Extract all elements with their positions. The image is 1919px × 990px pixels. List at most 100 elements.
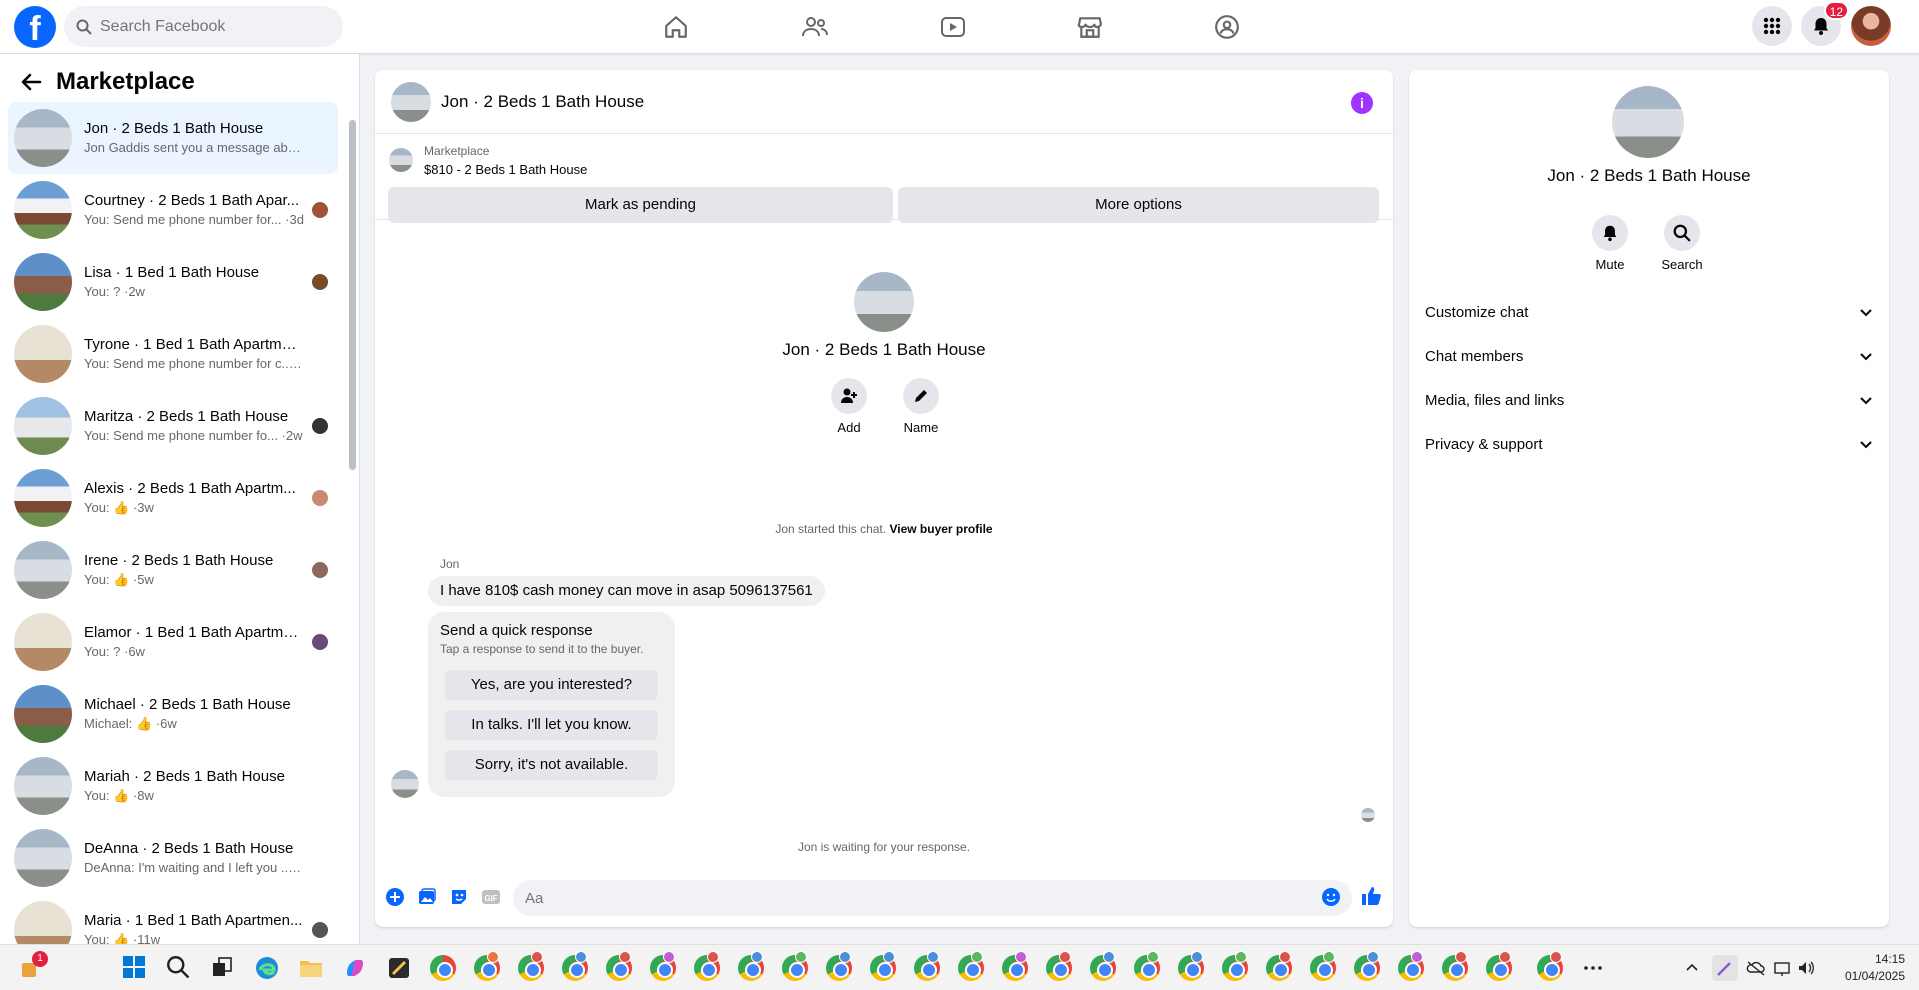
sidebar-scrollbar-thumb[interactable] bbox=[349, 120, 356, 470]
plus-icon[interactable] bbox=[385, 887, 405, 907]
chrome-icon[interactable] bbox=[826, 951, 852, 981]
menu-grid-button[interactable] bbox=[1752, 6, 1792, 46]
conversation-item[interactable]: Lisa · 1 Bed 1 Bath House You: ? ·2w bbox=[8, 246, 338, 318]
copilot-icon[interactable] bbox=[342, 955, 368, 981]
friends-nav-icon[interactable] bbox=[786, 8, 844, 46]
start-icon[interactable] bbox=[122, 955, 148, 981]
search-icon bbox=[76, 19, 92, 35]
marketplace-nav-icon[interactable] bbox=[1061, 8, 1119, 46]
conversation-item[interactable]: DeAnna · 2 Beds 1 Bath House DeAnna: I'm … bbox=[8, 822, 338, 894]
system-clock[interactable]: 14:15 01/04/2025 bbox=[1845, 951, 1905, 985]
search-action[interactable]: Search bbox=[1652, 215, 1712, 272]
chrome-icon[interactable] bbox=[694, 951, 720, 981]
chrome-icon[interactable] bbox=[430, 955, 456, 981]
chrome-icon[interactable] bbox=[914, 951, 940, 981]
facebook-logo[interactable]: f bbox=[14, 6, 56, 48]
add-people-action[interactable]: Add bbox=[819, 378, 879, 435]
chrome-icon[interactable] bbox=[1266, 951, 1292, 981]
chrome-icon[interactable] bbox=[474, 951, 500, 981]
chrome-icon[interactable] bbox=[958, 951, 984, 981]
listing-thumbnail bbox=[14, 109, 72, 167]
chrome-icon[interactable] bbox=[1002, 951, 1028, 981]
conversation-item[interactable]: Mariah · 2 Beds 1 Bath House You: 👍 ·8w bbox=[8, 750, 338, 822]
sticker-icon[interactable] bbox=[449, 887, 469, 907]
chat-header[interactable]: Jon · 2 Beds 1 Bath House bbox=[375, 70, 1393, 134]
volume-icon[interactable] bbox=[1796, 955, 1816, 981]
search-icon[interactable] bbox=[166, 955, 192, 981]
conversation-item[interactable]: Alexis · 2 Beds 1 Bath Apartm... You: 👍 ·… bbox=[8, 462, 338, 534]
network-icon[interactable] bbox=[1772, 955, 1792, 981]
message-bubble[interactable]: I have 810$ cash money can move in asap … bbox=[428, 576, 825, 606]
pen-tray-icon[interactable] bbox=[1712, 955, 1738, 981]
conversation-item[interactable]: Maritza · 2 Beds 1 Bath House You: Send m… bbox=[8, 390, 338, 462]
more-options-button[interactable]: More options bbox=[898, 187, 1379, 223]
info-icon[interactable]: i bbox=[1351, 92, 1373, 114]
chrome-icon[interactable] bbox=[782, 951, 808, 981]
back-arrow-icon[interactable] bbox=[20, 72, 42, 92]
widgets-badge: 1 bbox=[32, 951, 48, 967]
section-media-files-links[interactable]: Media, files and links bbox=[1425, 382, 1873, 418]
conversation-item[interactable]: Tyrone · 1 Bed 1 Bath Apartment... You: S… bbox=[8, 318, 338, 390]
chrome-icon[interactable] bbox=[1442, 951, 1468, 981]
chrome-icon[interactable] bbox=[562, 951, 588, 981]
chrome-icon[interactable] bbox=[1178, 951, 1204, 981]
notes-app-icon[interactable] bbox=[386, 955, 412, 981]
mark-pending-button[interactable]: Mark as pending bbox=[388, 187, 893, 223]
chrome-icon[interactable] bbox=[1222, 951, 1248, 981]
notifications-button[interactable]: 12 bbox=[1801, 1, 1849, 46]
sidebar-title: Marketplace bbox=[56, 68, 195, 95]
cloud-off-icon[interactable] bbox=[1746, 955, 1766, 981]
home-nav-icon[interactable] bbox=[647, 8, 705, 46]
file-explorer-icon[interactable] bbox=[298, 955, 324, 981]
gif-icon[interactable]: GIF bbox=[481, 887, 501, 907]
conversation-item[interactable]: Michael · 2 Beds 1 Bath House Michael: 👍 … bbox=[8, 678, 338, 750]
video-nav-icon[interactable] bbox=[924, 8, 982, 46]
quick-response-button[interactable]: In talks. I'll let you know. bbox=[445, 710, 658, 740]
conversation-item[interactable]: Jon · 2 Beds 1 Bath House Jon Gaddis sent… bbox=[8, 102, 338, 174]
tray-chevron-up-icon[interactable] bbox=[1682, 955, 1702, 981]
conversation-item[interactable]: Courtney · 2 Beds 1 Bath Apar... You: Sen… bbox=[8, 174, 338, 246]
chrome-icon[interactable] bbox=[1134, 951, 1160, 981]
chrome-icon[interactable] bbox=[650, 951, 676, 981]
search-box[interactable] bbox=[64, 6, 343, 47]
chrome-icon[interactable] bbox=[1310, 951, 1336, 981]
more-apps-icon[interactable] bbox=[1580, 955, 1606, 981]
rename-action[interactable]: Name bbox=[891, 378, 951, 435]
chrome-icon[interactable] bbox=[1537, 951, 1563, 981]
photo-icon[interactable] bbox=[417, 887, 437, 907]
like-icon[interactable] bbox=[1360, 885, 1382, 907]
section-chat-members[interactable]: Chat members bbox=[1425, 338, 1873, 374]
listing-thumbnail[interactable] bbox=[389, 148, 413, 172]
quick-response-button[interactable]: Sorry, it's not available. bbox=[445, 750, 658, 780]
chrome-icon[interactable] bbox=[606, 951, 632, 981]
widgets-icon[interactable]: 1 bbox=[18, 951, 48, 981]
section-customize-chat[interactable]: Customize chat bbox=[1425, 294, 1873, 330]
search-input[interactable] bbox=[100, 17, 320, 36]
chat-avatar[interactable] bbox=[391, 81, 431, 122]
chrome-icon[interactable] bbox=[1398, 951, 1424, 981]
conversation-item[interactable]: Elamor · 1 Bed 1 Bath Apartme... You: ? ·… bbox=[8, 606, 338, 678]
groups-nav-icon[interactable] bbox=[1198, 8, 1256, 46]
message-input-box[interactable] bbox=[513, 880, 1352, 916]
chrome-icon[interactable] bbox=[518, 951, 544, 981]
view-buyer-profile-link[interactable]: View buyer profile bbox=[889, 522, 992, 536]
chrome-icon[interactable] bbox=[738, 951, 764, 981]
listing-price[interactable]: $810 - 2 Beds 1 Bath House bbox=[424, 162, 587, 177]
edge-icon[interactable] bbox=[254, 955, 280, 981]
chrome-icon[interactable] bbox=[1090, 951, 1116, 981]
mute-action[interactable]: Mute bbox=[1580, 215, 1640, 272]
chrome-icon[interactable] bbox=[1354, 951, 1380, 981]
conversation-item[interactable]: Maria · 1 Bed 1 Bath Apartmen... You: 👍 ·… bbox=[8, 894, 338, 944]
chat-title[interactable]: Jon · 2 Beds 1 Bath House bbox=[441, 92, 644, 112]
emoji-icon[interactable] bbox=[1321, 887, 1341, 907]
conversation-item[interactable]: Irene · 2 Beds 1 Bath House You: 👍 ·5w bbox=[8, 534, 338, 606]
section-privacy-support[interactable]: Privacy & support bbox=[1425, 426, 1873, 462]
task-view-icon[interactable] bbox=[210, 955, 236, 981]
message-input[interactable] bbox=[525, 889, 1305, 907]
chrome-icon[interactable] bbox=[870, 951, 896, 981]
chrome-icon[interactable] bbox=[1046, 951, 1072, 981]
conversation-title: Mariah · 2 Beds 1 Bath House bbox=[84, 768, 285, 785]
account-avatar[interactable] bbox=[1851, 6, 1891, 46]
chrome-icon[interactable] bbox=[1486, 951, 1512, 981]
quick-response-button[interactable]: Yes, are you interested? bbox=[445, 670, 658, 700]
